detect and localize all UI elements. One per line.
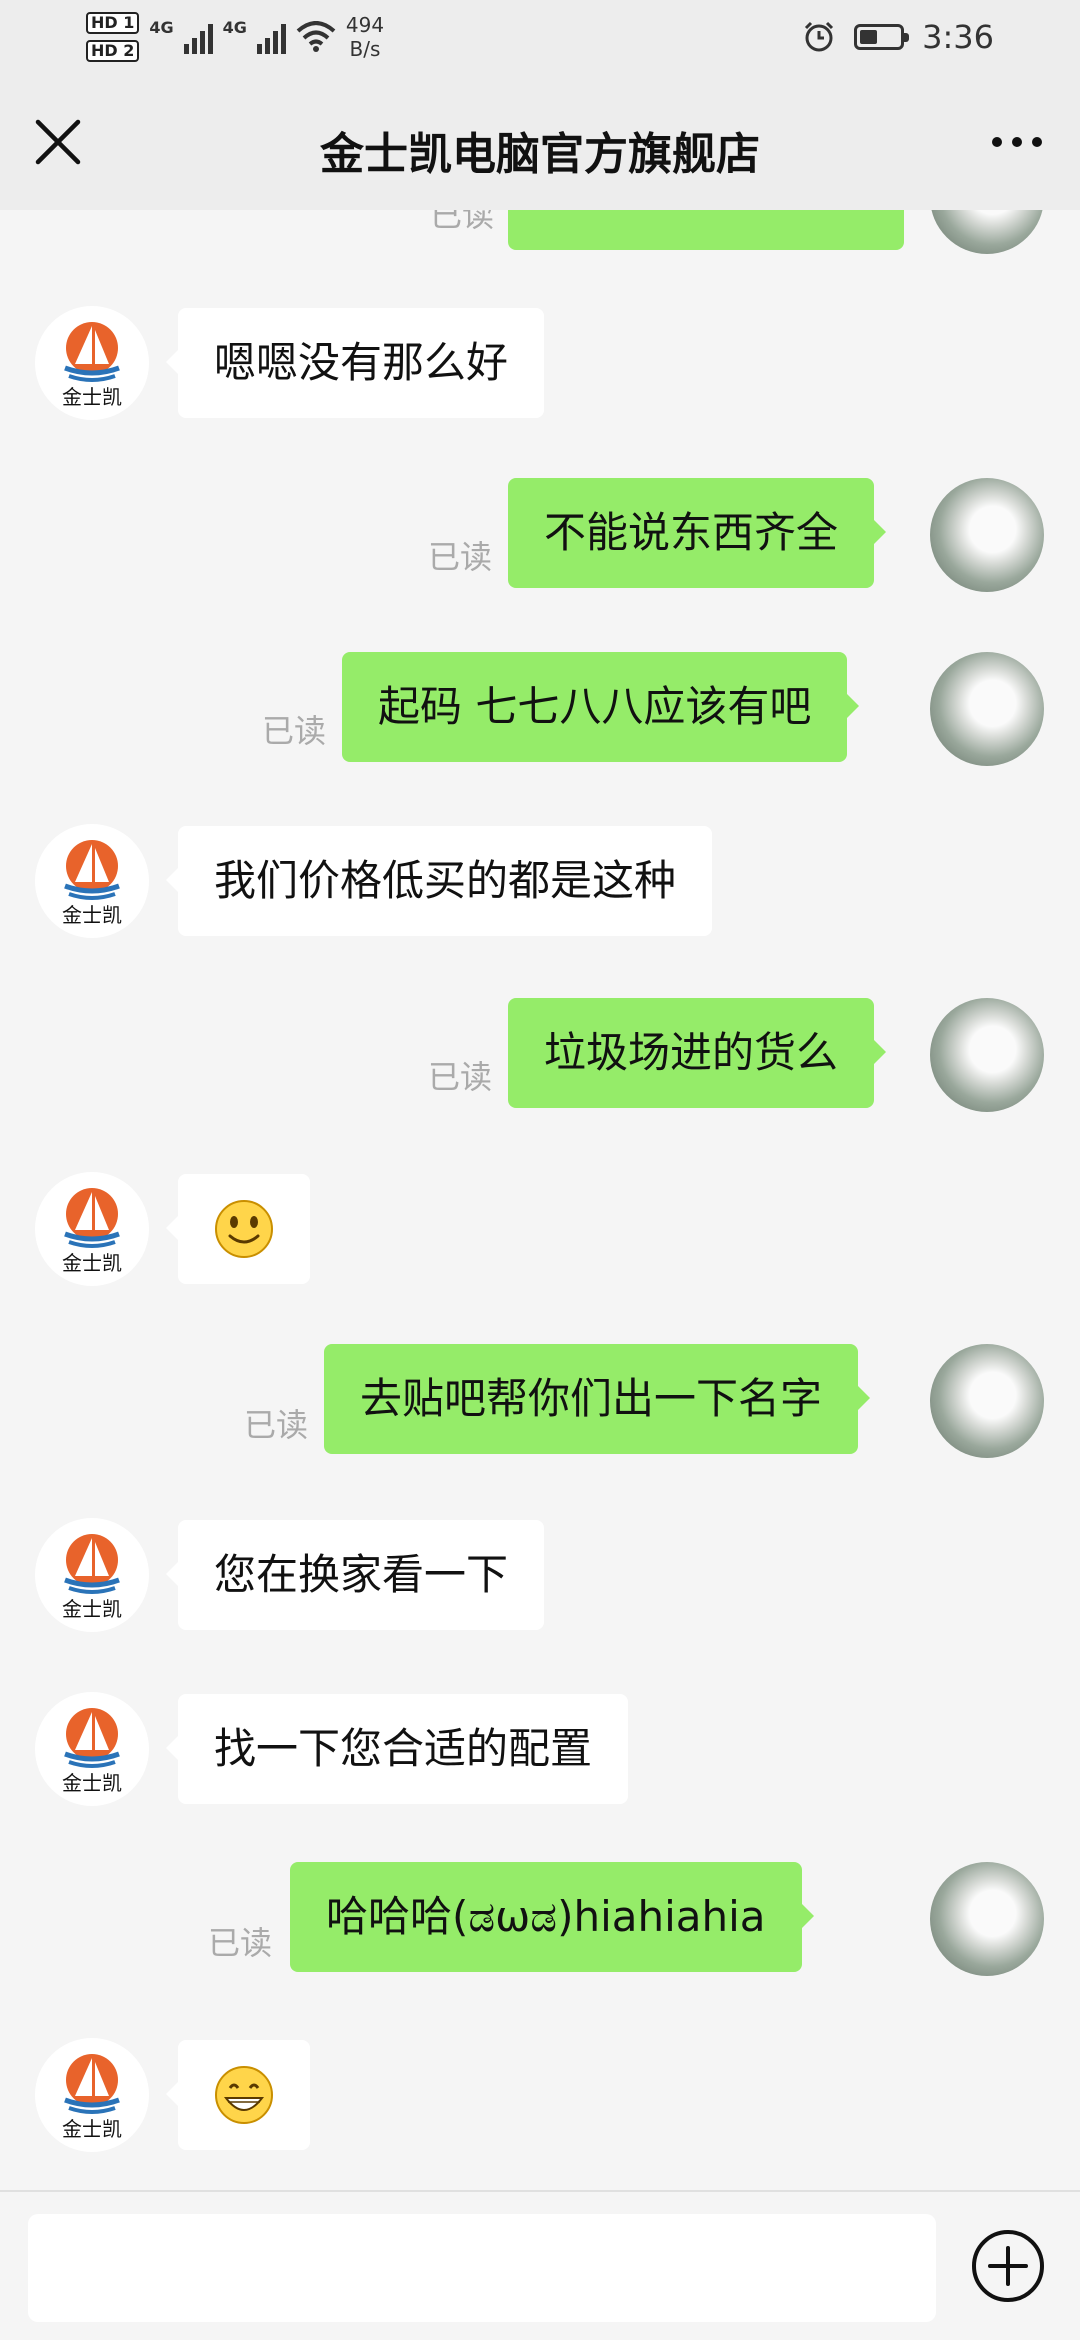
- user-avatar[interactable]: [930, 1344, 1044, 1458]
- shop-logo-icon: 金士凯: [35, 2038, 149, 2152]
- message-bubble-right[interactable]: [508, 210, 904, 250]
- message-bubble-right[interactable]: 去贴吧帮你们出一下名字: [324, 1344, 871, 1454]
- shop-avatar[interactable]: 金士凯: [35, 1692, 149, 1806]
- grin-emoji-icon: [215, 2066, 273, 2124]
- read-receipt: 已读: [428, 1058, 493, 1096]
- message-bubble-left[interactable]: 找一下您合适的配置: [165, 1694, 629, 1804]
- shop-avatar[interactable]: 金士凯: [35, 1172, 149, 1286]
- status-left: HD 1 HD 2 4G 4G 494 B/s: [86, 12, 384, 62]
- signal-icon: [183, 20, 213, 54]
- alarm-icon: [805, 21, 834, 52]
- shop-logo-text: 金士凯: [62, 385, 122, 409]
- page-title: 金士凯电脑官方旗舰店: [320, 129, 760, 180]
- message-bubble-left[interactable]: 嗯嗯没有那么好: [165, 308, 545, 418]
- add-button[interactable]: [970, 2228, 1046, 2304]
- user-avatar[interactable]: [930, 478, 1044, 592]
- status-time: 3:36: [922, 18, 994, 56]
- user-avatar[interactable]: [930, 1862, 1044, 1976]
- message-input[interactable]: [28, 2214, 936, 2322]
- shop-logo-icon: 金士凯: [35, 1692, 149, 1806]
- plus-circle-icon: [972, 2230, 1044, 2302]
- network-type-2: 4G: [222, 18, 247, 37]
- message-bubble-right[interactable]: 不能说东西齐全: [508, 478, 887, 588]
- speed-value: 494: [345, 13, 385, 37]
- message-bubble-left[interactable]: [166, 1174, 310, 1284]
- chat-messages[interactable]: 已读 金士凯 嗯嗯没有那么好 已读 不能说东西齐全 已读 起码 七七八八应该有吧: [0, 210, 1080, 2190]
- shop-logo-text: 金士凯: [62, 1597, 122, 1621]
- shop-logo-text: 金士凯: [62, 903, 122, 927]
- status-right: 3:36: [802, 18, 994, 56]
- shop-logo-icon: 金士凯: [35, 1172, 149, 1286]
- message-bubble-left[interactable]: 我们价格低买的都是这种: [165, 826, 713, 936]
- read-receipt: 已读: [208, 1924, 273, 1962]
- shop-logo-icon: 金士凯: [35, 1518, 149, 1632]
- shop-logo-text: 金士凯: [62, 2117, 122, 2141]
- network-speed: 494 B/s: [346, 13, 384, 61]
- network-type-1: 4G: [149, 18, 174, 37]
- message-bubble-left[interactable]: 您在换家看一下: [165, 1520, 545, 1630]
- battery-icon: [854, 24, 910, 50]
- read-receipt: 已读: [428, 538, 493, 576]
- user-avatar[interactable]: [930, 652, 1044, 766]
- more-icon-dot: [1032, 137, 1042, 147]
- more-icon-dot: [1012, 137, 1022, 147]
- more-button[interactable]: [982, 112, 1052, 172]
- message-bubble-right[interactable]: 垃圾场进的货么: [508, 998, 887, 1108]
- hd-badge-1: HD 1: [86, 12, 140, 34]
- input-bar: [0, 2190, 1080, 2340]
- shop-logo-icon: 金士凯: [35, 824, 149, 938]
- shop-avatar[interactable]: 金士凯: [35, 2038, 149, 2152]
- hd-badge-2: HD 2: [86, 40, 140, 62]
- signal-icon-2: [256, 20, 286, 54]
- status-bar: HD 1 HD 2 4G 4G 494 B/s 3:36: [0, 0, 1080, 80]
- speed-unit: B/s: [349, 37, 381, 61]
- shop-logo-text: 金士凯: [62, 1771, 122, 1795]
- wifi-icon: [296, 21, 336, 52]
- message-bubble-left[interactable]: [166, 2040, 310, 2150]
- read-receipt: 已读: [244, 1406, 309, 1444]
- shop-avatar[interactable]: 金士凯: [35, 1518, 149, 1632]
- more-icon: [992, 137, 1002, 147]
- user-avatar[interactable]: [930, 210, 1044, 254]
- shop-avatar[interactable]: 金士凯: [35, 306, 149, 420]
- shop-logo-icon: 金士凯: [35, 306, 149, 420]
- battery-level: [860, 30, 878, 44]
- message-bubble-right[interactable]: 哈哈哈(ಡωಡ)hiahiahia: [290, 1862, 814, 1972]
- shop-logo-text: 金士凯: [62, 1251, 122, 1275]
- user-avatar[interactable]: [930, 998, 1044, 1112]
- message-bubble-right[interactable]: 起码 七七八八应该有吧: [342, 652, 860, 762]
- read-receipt: 已读: [430, 210, 495, 234]
- chat-header: 金士凯电脑官方旗舰店: [0, 80, 1080, 210]
- read-receipt: 已读: [262, 712, 327, 750]
- hd-badges: HD 1 HD 2: [86, 12, 140, 62]
- shop-avatar[interactable]: 金士凯: [35, 824, 149, 938]
- smile-emoji-icon: [215, 1200, 273, 1258]
